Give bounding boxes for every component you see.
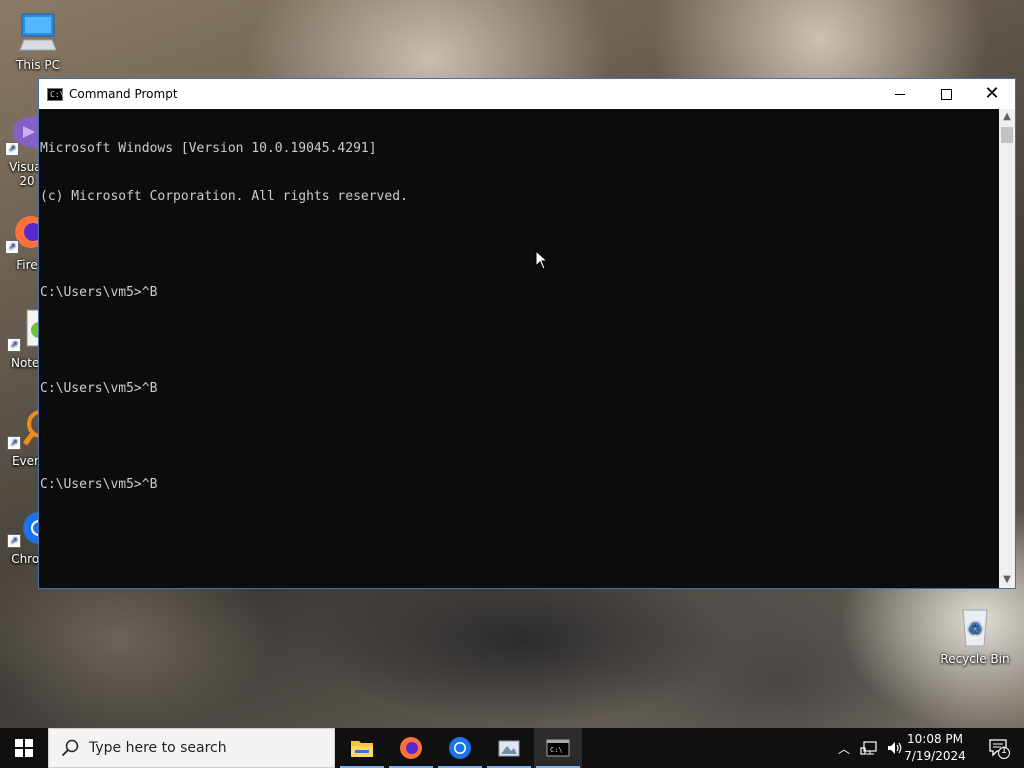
scroll-up-icon[interactable]: ▲ bbox=[999, 109, 1015, 125]
shortcut-arrow-icon: ↗ bbox=[7, 436, 21, 450]
maximize-button[interactable] bbox=[923, 79, 969, 109]
title-bar[interactable]: C:\ Command Prompt ✕ bbox=[39, 79, 1015, 109]
svg-text:♻: ♻ bbox=[968, 619, 982, 638]
notification-count: 1 bbox=[1001, 746, 1007, 756]
clock-date: 7/19/2024 bbox=[904, 749, 966, 763]
search-icon bbox=[61, 739, 79, 757]
system-tray: ︿ bbox=[838, 728, 904, 768]
clock-time: 10:08 PM bbox=[907, 732, 963, 746]
minimize-button[interactable] bbox=[877, 79, 923, 109]
cmd-icon: C:\ bbox=[47, 87, 64, 101]
scroll-down-icon[interactable]: ▼ bbox=[999, 572, 1015, 588]
desktop-icon-label: This PC bbox=[16, 58, 60, 72]
console-line: (c) Microsoft Corporation. All rights re… bbox=[40, 189, 408, 204]
taskbar: Type here to search C:\ ︿ 10:08 PM 7/19/… bbox=[0, 728, 1024, 768]
command-prompt-window[interactable]: C:\ Command Prompt ✕ Microsoft Windows [… bbox=[38, 78, 1016, 589]
network-icon[interactable] bbox=[860, 740, 878, 756]
maximize-icon bbox=[940, 88, 952, 100]
this-pc-icon bbox=[16, 10, 60, 54]
scroll-thumb[interactable] bbox=[1001, 127, 1013, 143]
mouse-cursor-icon bbox=[535, 249, 549, 274]
console-line: C:\Users\vm5>^B bbox=[40, 381, 158, 396]
console-line: C:\Users\vm5>^B bbox=[40, 285, 158, 300]
firefox-icon bbox=[400, 737, 422, 759]
console-output[interactable]: Microsoft Windows [Version 10.0.19045.42… bbox=[39, 109, 1000, 588]
taskbar-command-prompt[interactable]: C:\ bbox=[534, 728, 582, 768]
taskbar-photos-app[interactable] bbox=[485, 728, 533, 768]
shortcut-arrow-icon: ↗ bbox=[5, 142, 19, 156]
desktop-icon-recycle-bin[interactable]: ♻ Recycle Bin bbox=[940, 604, 1010, 666]
chrome-icon bbox=[449, 737, 471, 759]
shortcut-arrow-icon: ↗ bbox=[5, 240, 19, 254]
folder-icon bbox=[351, 741, 373, 757]
close-button[interactable]: ✕ bbox=[969, 79, 1015, 109]
windows-logo-icon bbox=[15, 739, 33, 757]
taskbar-chrome[interactable] bbox=[436, 728, 484, 768]
show-hidden-icons-icon[interactable]: ︿ bbox=[838, 740, 850, 757]
search-box[interactable]: Type here to search bbox=[48, 728, 335, 768]
window-title: Command Prompt bbox=[69, 87, 178, 101]
taskbar-firefox[interactable] bbox=[387, 728, 435, 768]
action-center-button[interactable]: 1 bbox=[988, 737, 1010, 759]
taskbar-file-explorer[interactable] bbox=[338, 728, 386, 768]
recycle-bin-icon: ♻ bbox=[953, 604, 997, 648]
shortcut-arrow-icon: ↗ bbox=[7, 338, 21, 352]
desktop-icon-label: Recycle Bin bbox=[940, 652, 1010, 666]
cmd-icon: C:\ bbox=[546, 739, 570, 757]
console-line: C:\Users\vm5>^B bbox=[40, 477, 158, 492]
shortcut-arrow-icon: ↗ bbox=[7, 534, 21, 548]
svg-text:C:\: C:\ bbox=[550, 746, 563, 754]
minimize-icon bbox=[895, 93, 905, 95]
console-line: Microsoft Windows [Version 10.0.19045.42… bbox=[40, 141, 377, 156]
vertical-scrollbar[interactable]: ▲ ▼ bbox=[999, 109, 1015, 588]
desktop-icon-this-pc[interactable]: This PC bbox=[3, 10, 73, 72]
clock[interactable]: 10:08 PM 7/19/2024 bbox=[900, 731, 970, 765]
image-app-icon bbox=[498, 740, 520, 757]
start-button[interactable] bbox=[0, 728, 48, 768]
close-icon: ✕ bbox=[984, 83, 1000, 104]
search-placeholder: Type here to search bbox=[89, 740, 227, 756]
